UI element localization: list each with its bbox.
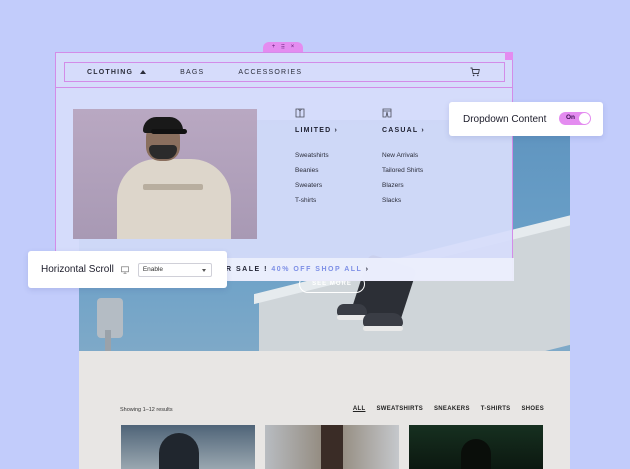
street-lamp-pole [105, 330, 111, 351]
product-thumbnail[interactable] [265, 425, 399, 469]
menu-link[interactable]: Blazers [382, 182, 425, 189]
plus-icon[interactable]: + [272, 44, 276, 50]
pants-icon [382, 108, 392, 118]
menu-column-limited: LIMITED › Sweatshirts Beanies Sweaters T… [295, 108, 338, 212]
menu-link[interactable]: New Arrivals [382, 152, 425, 159]
nav-item-bags[interactable]: BAGS [180, 69, 204, 76]
menu-link[interactable]: Tailored Shirts [382, 167, 425, 174]
menu-link[interactable]: Sweatshirts [295, 152, 338, 159]
product-thumbnail[interactable] [121, 425, 255, 469]
product-thumbnail[interactable] [409, 425, 543, 469]
hero-shoe [337, 304, 367, 320]
drag-icon[interactable]: ⠿ [281, 44, 285, 51]
filter-sweatshirts[interactable]: SWEATSHIRTS [376, 406, 423, 412]
filter-t-shirts[interactable]: T-SHIRTS [481, 406, 511, 412]
category-filters: ALL SWEATSHIRTS SNEAKERS T-SHIRTS SHOES [353, 406, 544, 412]
cart-icon[interactable] [470, 67, 480, 77]
main-nav: CLOTHING BAGS ACCESSORIES [64, 62, 505, 82]
menu-column-casual: CASUAL › New Arrivals Tailored Shirts Bl… [382, 108, 425, 212]
monitor-icon[interactable] [120, 265, 129, 274]
menu-link[interactable]: Sweaters [295, 182, 338, 189]
results-count: Showing 1–12 results [120, 407, 173, 413]
horizontal-scroll-select[interactable]: Enable [137, 262, 212, 277]
nav-item-clothing[interactable]: CLOTHING [87, 68, 147, 76]
dropdown-content-panel: Dropdown Content On [449, 102, 603, 136]
nav-item-label: ACCESSORIES [238, 68, 303, 76]
sale-link[interactable]: R SALE ! 40% OFF SHOP ALL › [226, 266, 369, 273]
nav-item-label: CLOTHING [87, 68, 134, 76]
dropdown-content-label: Dropdown Content [463, 113, 547, 125]
horizontal-scroll-panel: Horizontal Scroll Enable [28, 251, 227, 288]
filter-sneakers[interactable]: SNEAKERS [434, 406, 470, 412]
nav-item-accessories[interactable]: ACCESSORIES [238, 69, 302, 76]
builder-handle[interactable]: + ⠿ × [263, 42, 303, 52]
dropdown-content-toggle[interactable]: On [559, 112, 591, 125]
menu-column-title[interactable]: LIMITED › [295, 127, 338, 134]
close-icon[interactable]: × [291, 44, 295, 50]
caret-up-icon [140, 70, 147, 74]
menu-link[interactable]: Slacks [382, 197, 425, 204]
filter-shoes[interactable]: SHOES [521, 406, 544, 412]
featured-photo [73, 109, 257, 239]
nav-item-label: BAGS [180, 68, 205, 76]
horizontal-scroll-label: Horizontal Scroll [41, 264, 114, 275]
shirt-icon [295, 108, 305, 118]
resize-handle[interactable] [505, 52, 513, 60]
menu-link[interactable]: T-shirts [295, 197, 338, 204]
menu-link[interactable]: Beanies [295, 167, 338, 174]
hero-shoe [363, 313, 403, 331]
menu-column-title[interactable]: CASUAL › [382, 127, 425, 134]
filter-all[interactable]: ALL [353, 406, 366, 412]
chevron-down-icon [201, 268, 206, 272]
